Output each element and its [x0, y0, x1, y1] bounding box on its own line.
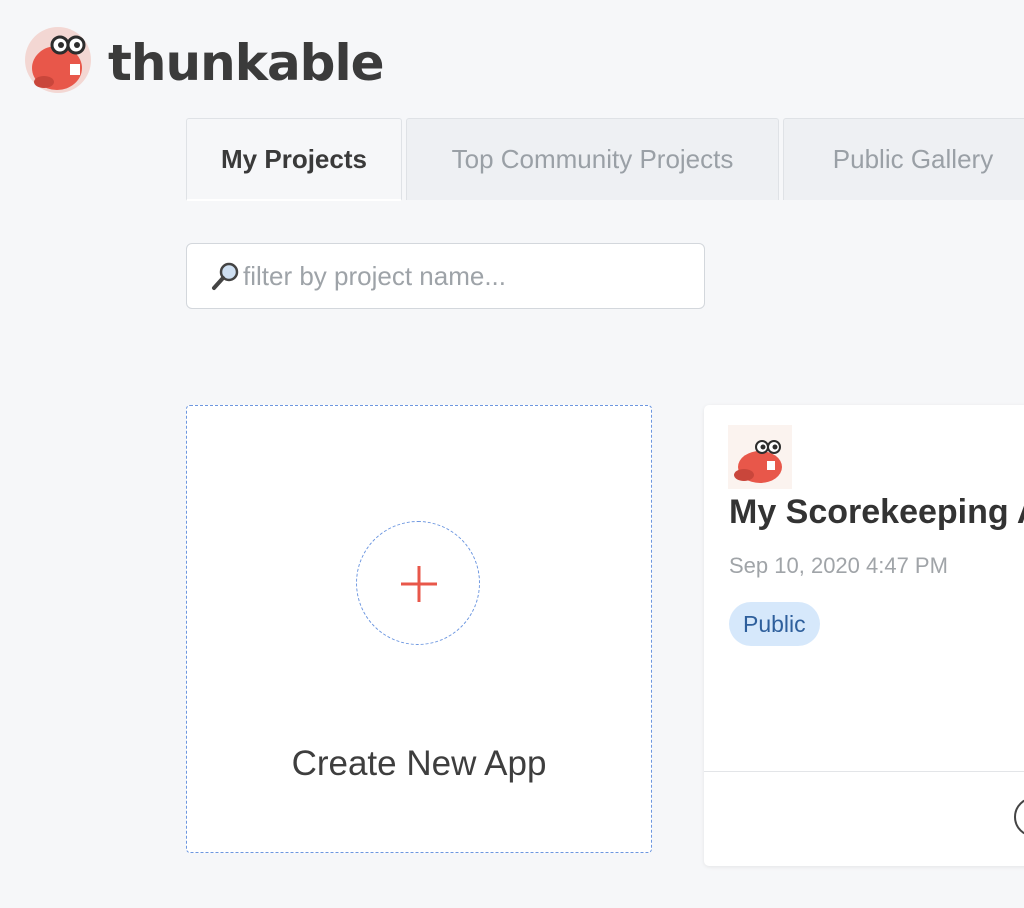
project-tabs: My Projects Top Community Projects Publi…: [186, 118, 1024, 201]
plus-icon: [401, 566, 437, 602]
beaver-mascot-icon: [25, 27, 91, 93]
magnifier-icon: [212, 262, 239, 290]
card-divider: [704, 771, 1024, 772]
search-box: [186, 243, 705, 309]
create-app-circle[interactable]: [356, 521, 480, 645]
tab-my-projects[interactable]: My Projects: [186, 118, 402, 201]
tab-public-gallery[interactable]: Public Gallery: [783, 118, 1024, 200]
project-title[interactable]: My Scorekeeping A: [729, 493, 1024, 532]
create-new-app-card[interactable]: Create New App: [186, 405, 652, 853]
project-filter-input[interactable]: [243, 260, 683, 292]
status-badge: Public: [729, 602, 820, 646]
create-new-app-label: Create New App: [291, 744, 547, 783]
project-date: Sep 10, 2020 4:47 PM: [729, 553, 948, 578]
tab-top-community-projects[interactable]: Top Community Projects: [406, 118, 779, 200]
brand-name: thunkable: [108, 34, 385, 92]
beaver-mascot-icon: [728, 425, 792, 489]
project-card[interactable]: My Scorekeeping A Sep 10, 2020 4:47 PM P…: [704, 405, 1024, 866]
more-options-icon[interactable]: [1014, 797, 1024, 837]
thunkable-logo[interactable]: thunkable: [24, 26, 385, 96]
